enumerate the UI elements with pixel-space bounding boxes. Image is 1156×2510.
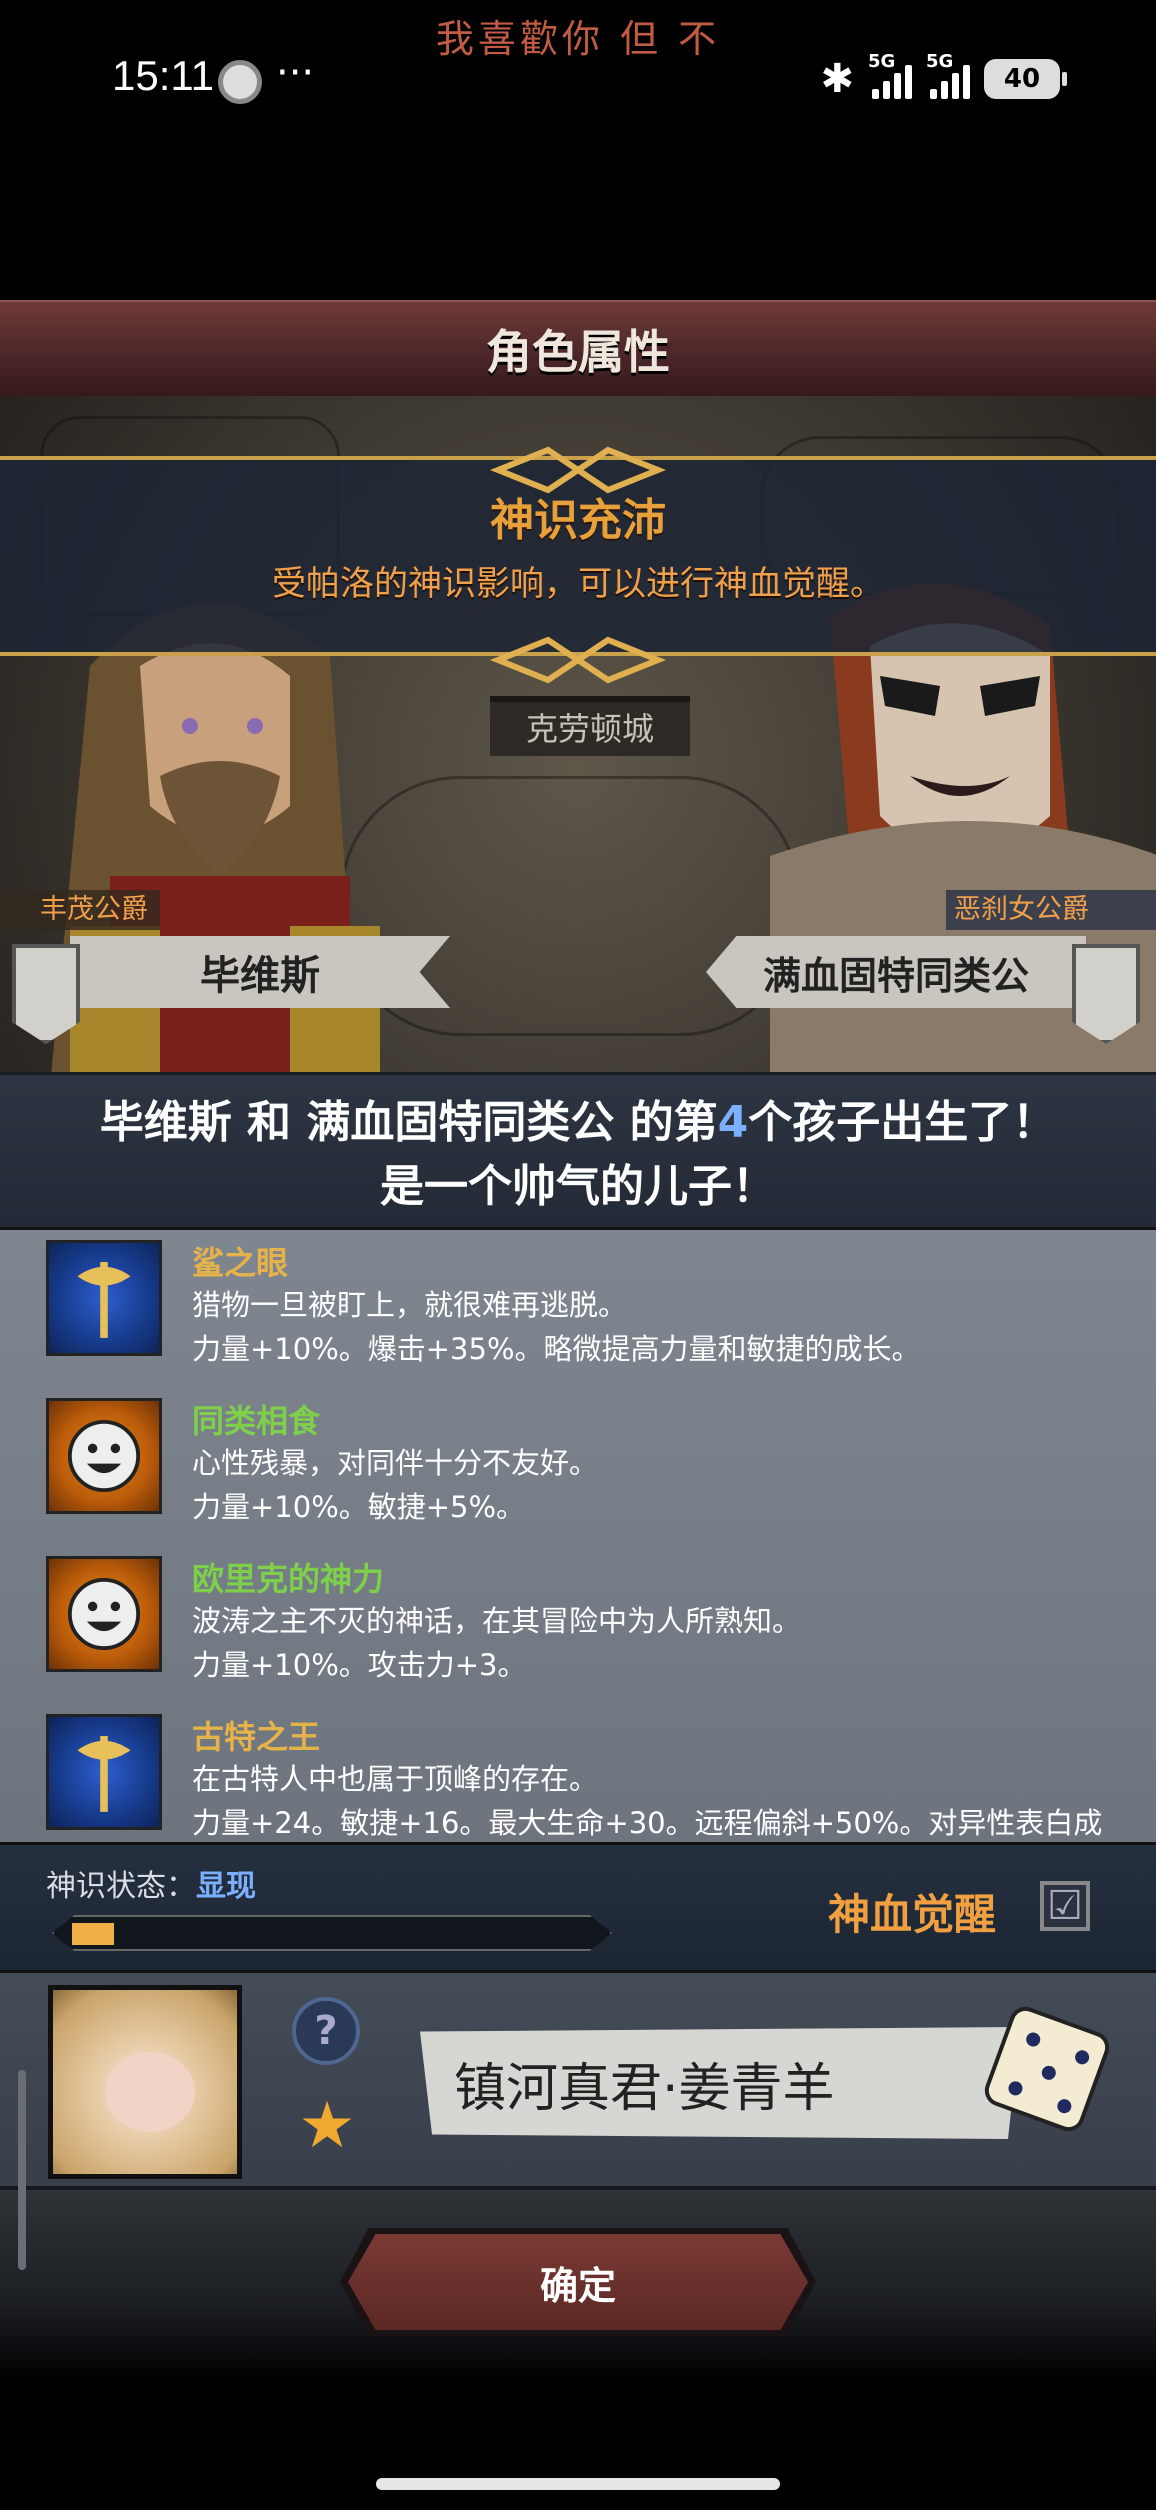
scrollbar[interactable] bbox=[18, 2070, 26, 2270]
awakening-title: 神血觉醒 bbox=[828, 1890, 997, 1939]
trait-description: 在古特人中也属于顶峰的存在。 bbox=[192, 1762, 599, 1796]
trait-name: 欧里克的神力 bbox=[192, 1560, 385, 1598]
child-panel: ? ★ 镇河真君·姜青羊 bbox=[0, 1970, 1156, 2190]
right-parent-title: 恶刹女公爵 bbox=[946, 890, 1156, 930]
status-time: 15:11 bbox=[112, 52, 214, 99]
trait-name: 同类相食 bbox=[192, 1402, 321, 1440]
signal-icon-1: 5G bbox=[868, 51, 912, 99]
star-icon[interactable]: ★ bbox=[292, 2091, 362, 2161]
trait-stats: 力量+10%。爆击+35%。略微提高力量和敏捷的成长。 bbox=[192, 1332, 921, 1366]
awakening-progress-fill bbox=[72, 1923, 114, 1945]
status-icons: ✱ 5G 5G 40 bbox=[820, 51, 1067, 102]
home-indicator[interactable] bbox=[376, 2478, 780, 2490]
awakening-checkbox[interactable]: ☑ bbox=[1040, 1881, 1090, 1931]
trait-item[interactable]: 欧里克的神力 波涛之主不灭的神话，在其冒险中为人所熟知。 力量+10%。攻击力+… bbox=[0, 1546, 1156, 1696]
banner-title: 神识充沛 bbox=[490, 495, 666, 546]
announcement-line-2: 是一个帅气的儿子！ bbox=[380, 1161, 776, 1212]
axe-icon bbox=[46, 1240, 162, 1356]
awakening-banner: 神识充沛 受帕洛的神识影响，可以进行神血觉醒。 bbox=[0, 446, 1156, 684]
right-parent-name[interactable]: 满血固特同类公 bbox=[706, 936, 1086, 1008]
trait-name: 古特之王 bbox=[192, 1718, 321, 1756]
confirm-button[interactable]: 确定 bbox=[348, 2234, 808, 2330]
signal-icon-2: 5G bbox=[926, 51, 970, 99]
city-name: 克劳顿城 bbox=[525, 710, 654, 748]
awakening-state: 显现 bbox=[196, 1869, 256, 1904]
banner-subtitle: 受帕洛的神识影响，可以进行神血觉醒。 bbox=[272, 564, 884, 604]
trait-stats: 力量+10%。攻击力+3。 bbox=[192, 1648, 527, 1682]
help-button[interactable]: ? bbox=[292, 1997, 360, 2065]
trait-item[interactable]: 古特之王 在古特人中也属于顶峰的存在。 力量+24。敏捷+16。最大生命+30。… bbox=[0, 1704, 1156, 1842]
trait-description: 猎物一旦被盯上，就很难再逃脱。 bbox=[192, 1288, 628, 1322]
title-bar: 角色属性 bbox=[0, 300, 1156, 396]
trait-item[interactable]: 鲨之眼 猎物一旦被盯上，就很难再逃脱。 力量+10%。爆击+35%。略微提高力量… bbox=[0, 1230, 1156, 1380]
parents-scene: 神识充沛 受帕洛的神识影响，可以进行神血觉醒。 克劳顿城 丰茂公爵 恶刹女公爵 … bbox=[0, 396, 1156, 1072]
left-parent-name[interactable]: 毕维斯 bbox=[70, 936, 450, 1008]
awakening-progress-bar bbox=[52, 1915, 612, 1951]
trait-item[interactable]: 同类相食 心性残暴，对同伴十分不友好。 力量+10%。敏捷+5%。 bbox=[0, 1388, 1156, 1538]
child-name-field[interactable]: 镇河真君·姜青羊 bbox=[420, 2027, 1020, 2139]
trait-list[interactable]: 鲨之眼 猎物一旦被盯上，就很难再逃脱。 力量+10%。爆击+35%。略微提高力量… bbox=[0, 1230, 1156, 1842]
awakening-status-label: 神识状态：显现 bbox=[46, 1869, 256, 1904]
awakening-panel: 神识状态：显现 神血觉醒 ☑ bbox=[0, 1842, 1156, 1970]
smiley-icon bbox=[46, 1398, 162, 1514]
clock-app-icon bbox=[218, 60, 262, 104]
announcement-line-1: 毕维斯 和 满血固特同类公 的第4个孩子出生了！ bbox=[99, 1097, 1057, 1148]
footer: 确定 bbox=[0, 2190, 1156, 2510]
axe-icon bbox=[46, 1714, 162, 1830]
trait-name: 鲨之眼 bbox=[192, 1244, 289, 1282]
bluetooth-icon: ✱ bbox=[820, 56, 854, 102]
page-title: 角色属性 bbox=[486, 325, 670, 379]
banner-ornament-bottom bbox=[489, 636, 667, 684]
battery-icon: 40 bbox=[984, 59, 1067, 99]
smiley-icon bbox=[46, 1556, 162, 1672]
child-portrait bbox=[48, 1985, 242, 2179]
baby-face bbox=[105, 2052, 195, 2132]
trait-description: 波涛之主不灭的神话，在其冒险中为人所熟知。 bbox=[192, 1604, 802, 1638]
trait-description: 心性残暴，对同伴十分不友好。 bbox=[192, 1446, 599, 1480]
trait-stats: 力量+10%。敏捷+5%。 bbox=[192, 1490, 526, 1524]
birth-announcement: 毕维斯 和 满血固特同类公 的第4个孩子出生了！ 是一个帅气的儿子！ bbox=[0, 1072, 1156, 1230]
more-icon: ··· bbox=[276, 50, 315, 96]
app-root: 我喜歡你 但 不 15:11 ··· ✱ 5G 5G 40 角色属性 神识充沛 … bbox=[0, 0, 1156, 2510]
left-parent-title: 丰茂公爵 bbox=[0, 890, 160, 930]
trait-stats: 力量+24。敏捷+16。最大生命+30。远程偏斜+50%。对异性表白成 bbox=[192, 1806, 1103, 1840]
